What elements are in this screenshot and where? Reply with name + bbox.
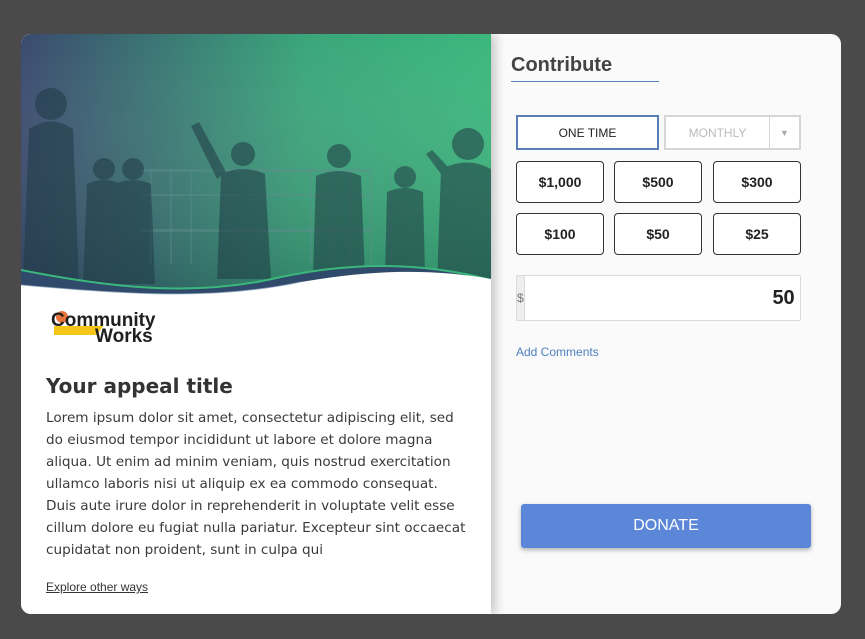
amount-button-1000[interactable]: $1,000 (516, 161, 604, 203)
one-time-button[interactable]: ONE TIME (516, 115, 659, 150)
one-time-label: ONE TIME (558, 125, 617, 140)
amount-button-25[interactable]: $25 (713, 213, 801, 255)
community-works-logo: Community Works (51, 304, 181, 350)
explore-other-ways-link[interactable]: Explore other ways (46, 580, 148, 594)
appeal-title: Your appeal title (46, 374, 233, 398)
amount-field: $ (516, 275, 811, 321)
appeal-body: Lorem ipsum dolor sit amet, consectetur … (46, 410, 466, 558)
currency-symbol: $ (517, 276, 525, 320)
hero-image (21, 34, 491, 299)
amount-button-500[interactable]: $500 (614, 161, 702, 203)
appeal-panel: Community Works Your appeal title Lorem … (21, 34, 491, 614)
donate-button[interactable]: DONATE (521, 504, 811, 548)
contribute-title: Contribute (511, 54, 659, 82)
monthly-dropdown[interactable]: MONTHLY ▼ (664, 115, 801, 150)
amount-button-50[interactable]: $50 (614, 213, 702, 255)
amount-input[interactable] (524, 276, 811, 320)
caret-down-icon[interactable]: ▼ (769, 117, 799, 148)
add-comments-link[interactable]: Add Comments (516, 345, 599, 359)
donation-card: Community Works Your appeal title Lorem … (21, 34, 841, 614)
monthly-label: MONTHLY (688, 125, 747, 140)
svg-text:Works: Works (95, 326, 153, 347)
amount-button-100[interactable]: $100 (516, 213, 604, 255)
amount-button-300[interactable]: $300 (713, 161, 801, 203)
contribute-panel: Contribute ONE TIME MONTHLY ▼ $1,000 $50… (491, 34, 841, 614)
